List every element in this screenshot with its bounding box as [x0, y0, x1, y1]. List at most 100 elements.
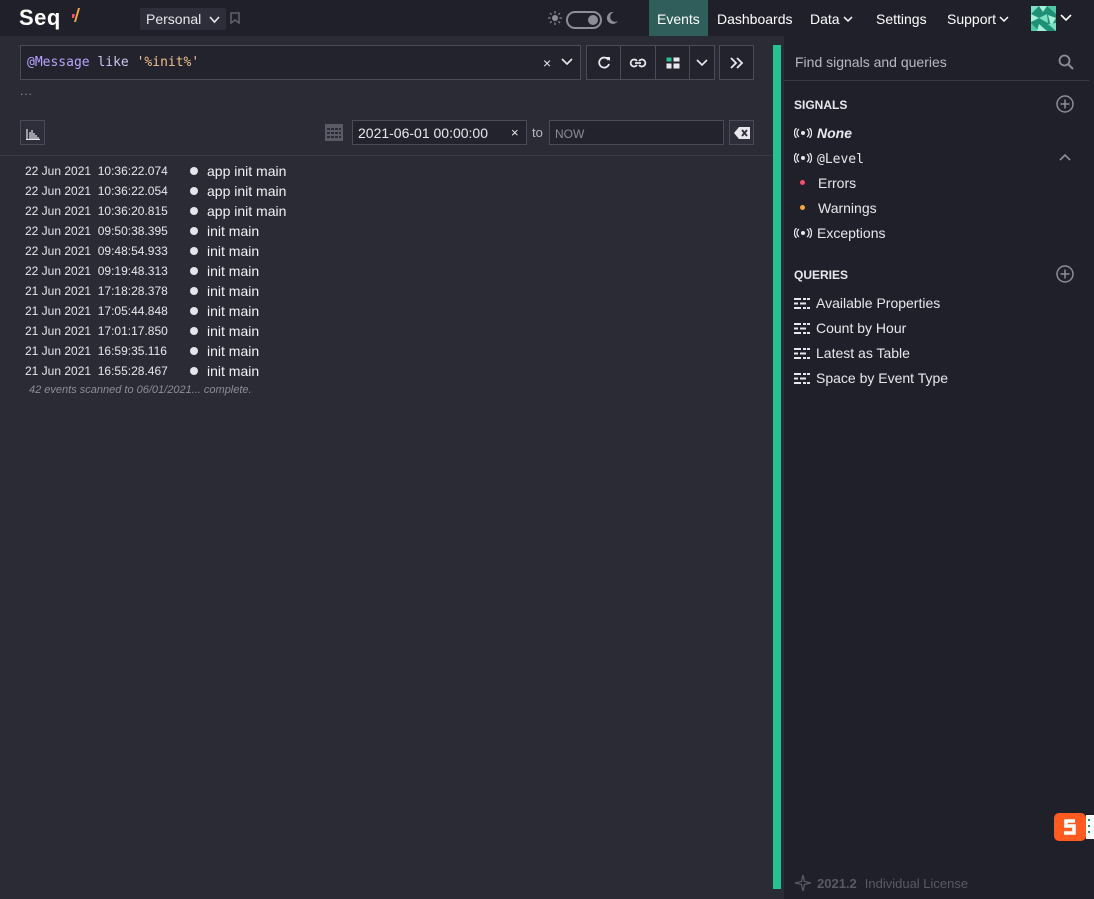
- history-chevron-down-icon[interactable]: [561, 57, 573, 67]
- signal-warnings[interactable]: Warnings: [818, 200, 877, 216]
- event-time: 10:36:22.074: [97, 164, 168, 178]
- range-to-input[interactable]: NOW: [549, 120, 724, 145]
- event-timestamp: 22 Jun 2021 10:36:22.074: [25, 164, 168, 178]
- signal-none[interactable]: None: [794, 125, 852, 141]
- expand-panel-button[interactable]: [719, 45, 754, 80]
- event-message: init main: [207, 223, 260, 239]
- nav-support[interactable]: Support: [947, 0, 1009, 36]
- clear-range-icon: [734, 127, 750, 139]
- add-query-icon[interactable]: [1056, 265, 1074, 283]
- add-signal-icon[interactable]: [1056, 95, 1074, 113]
- query-item[interactable]: Available Properties: [794, 295, 940, 311]
- histogram-toggle-button[interactable]: [20, 120, 45, 145]
- layout-button[interactable]: [655, 45, 690, 80]
- user-avatar[interactable]: [1031, 6, 1056, 31]
- event-message: app init main: [207, 183, 287, 199]
- seq-spark-icon: [794, 874, 812, 892]
- theme-toggle-knob: [588, 15, 598, 25]
- pin-icon[interactable]: [229, 12, 241, 24]
- search-icon[interactable]: [1058, 54, 1074, 70]
- nav-settings[interactable]: Settings: [876, 0, 927, 36]
- event-message: init main: [207, 303, 260, 319]
- nav-data[interactable]: Data: [810, 0, 853, 36]
- panel-resize-handle[interactable]: [773, 45, 781, 889]
- signal-errors[interactable]: Errors: [818, 175, 856, 191]
- event-level-dot: [190, 267, 198, 275]
- event-message: app init main: [207, 203, 287, 219]
- event-row[interactable]: 22 Jun 2021 09:48:54.933 init main: [25, 241, 765, 261]
- event-time: 10:36:22.054: [97, 184, 168, 198]
- event-row[interactable]: 22 Jun 2021 09:19:48.313 init main: [25, 261, 765, 281]
- event-date: 22 Jun 2021: [25, 224, 92, 238]
- chevron-down-icon[interactable]: [1060, 13, 1072, 23]
- query-property: @Message: [27, 55, 90, 70]
- event-timestamp: 22 Jun 2021 09:19:48.313: [25, 264, 168, 278]
- event-message: init main: [207, 263, 260, 279]
- query-item-label: Count by Hour: [816, 320, 907, 336]
- refresh-button[interactable]: [586, 45, 621, 80]
- event-row[interactable]: 21 Jun 2021 17:05:44.848 init main: [25, 301, 765, 321]
- query-item-label: Space by Event Type: [816, 370, 949, 386]
- event-date: 21 Jun 2021: [25, 344, 92, 358]
- event-message: app init main: [207, 163, 287, 179]
- workspace-selector[interactable]: Personal: [140, 8, 227, 30]
- query-icon: [794, 323, 810, 334]
- event-time: 17:18:28.378: [97, 284, 168, 298]
- event-row[interactable]: 21 Jun 2021 17:01:17.850 init main: [25, 321, 765, 341]
- clear-from-button[interactable]: ×: [511, 125, 519, 140]
- range-from-input[interactable]: 2021-06-01 00:00:00 ×: [352, 120, 527, 145]
- nav-dashboards[interactable]: Dashboards: [717, 0, 793, 36]
- theme-toggle[interactable]: [566, 11, 602, 29]
- collapse-icon[interactable]: [1059, 152, 1071, 162]
- event-row[interactable]: 22 Jun 2021 10:36:20.815 app init main: [25, 201, 765, 221]
- event-row[interactable]: 21 Jun 2021 17:18:28.378 init main: [25, 281, 765, 301]
- search-underline: [784, 80, 1089, 81]
- error-dot: [800, 180, 805, 185]
- event-time: 17:01:17.850: [97, 324, 168, 338]
- event-time: 09:50:38.395: [97, 224, 168, 238]
- event-level-dot: [190, 207, 198, 215]
- query-item-label: Latest as Table: [816, 345, 910, 361]
- event-date: 21 Jun 2021: [25, 324, 92, 338]
- event-date: 22 Jun 2021: [25, 204, 92, 218]
- event-level-dot: [190, 167, 198, 175]
- layout-dropdown-button[interactable]: [689, 45, 715, 80]
- link-icon: [629, 58, 647, 67]
- ime-s-icon[interactable]: [1054, 813, 1094, 841]
- event-row[interactable]: 22 Jun 2021 09:50:38.395 init main: [25, 221, 765, 241]
- query-item[interactable]: Latest as Table: [794, 345, 910, 361]
- license-label[interactable]: Individual License: [865, 876, 968, 891]
- link-button[interactable]: [620, 45, 656, 80]
- event-row[interactable]: 21 Jun 2021 16:59:35.116 init main: [25, 341, 765, 361]
- query-text: @Message like '%init%': [27, 55, 199, 70]
- signal-group-level[interactable]: @Level: [794, 150, 864, 167]
- event-message: init main: [207, 283, 260, 299]
- workspace-label: Personal: [146, 11, 202, 27]
- event-row[interactable]: 22 Jun 2021 10:36:22.074 app init main: [25, 161, 765, 181]
- event-timestamp: 21 Jun 2021 17:05:44.848: [25, 304, 168, 318]
- query-item-label: Available Properties: [816, 295, 941, 311]
- signal-search-input[interactable]: Find signals and queries: [795, 54, 947, 70]
- event-timestamp: 21 Jun 2021 17:18:28.378: [25, 284, 168, 298]
- event-timestamp: 21 Jun 2021 16:55:28.467: [25, 364, 168, 378]
- event-row[interactable]: 21 Jun 2021 16:55:28.467 init main: [25, 361, 765, 381]
- query-item[interactable]: Count by Hour: [794, 320, 906, 336]
- refresh-icon: [597, 56, 610, 68]
- seq-flame-icon: [72, 8, 80, 22]
- clear-range-button[interactable]: [729, 120, 754, 145]
- nav-events[interactable]: Events: [649, 0, 708, 36]
- event-time: 09:19:48.313: [97, 264, 168, 278]
- histogram-icon: [26, 129, 40, 140]
- event-time: 09:48:54.933: [97, 244, 168, 258]
- event-row[interactable]: 22 Jun 2021 10:36:22.054 app init main: [25, 181, 765, 201]
- expand-panel-icon: [729, 56, 743, 69]
- event-level-dot: [190, 187, 198, 195]
- query-more-indicator[interactable]: ...: [20, 84, 33, 98]
- clear-query-button[interactable]: ×: [543, 55, 551, 71]
- app-logo[interactable]: Seq: [19, 5, 61, 31]
- calendar-icon[interactable]: [325, 124, 343, 141]
- event-date: 21 Jun 2021: [25, 304, 92, 318]
- query-input[interactable]: @Message like '%init%' ×: [20, 45, 581, 80]
- signal-exceptions[interactable]: Exceptions: [794, 225, 885, 241]
- query-item[interactable]: Space by Event Type: [794, 370, 948, 386]
